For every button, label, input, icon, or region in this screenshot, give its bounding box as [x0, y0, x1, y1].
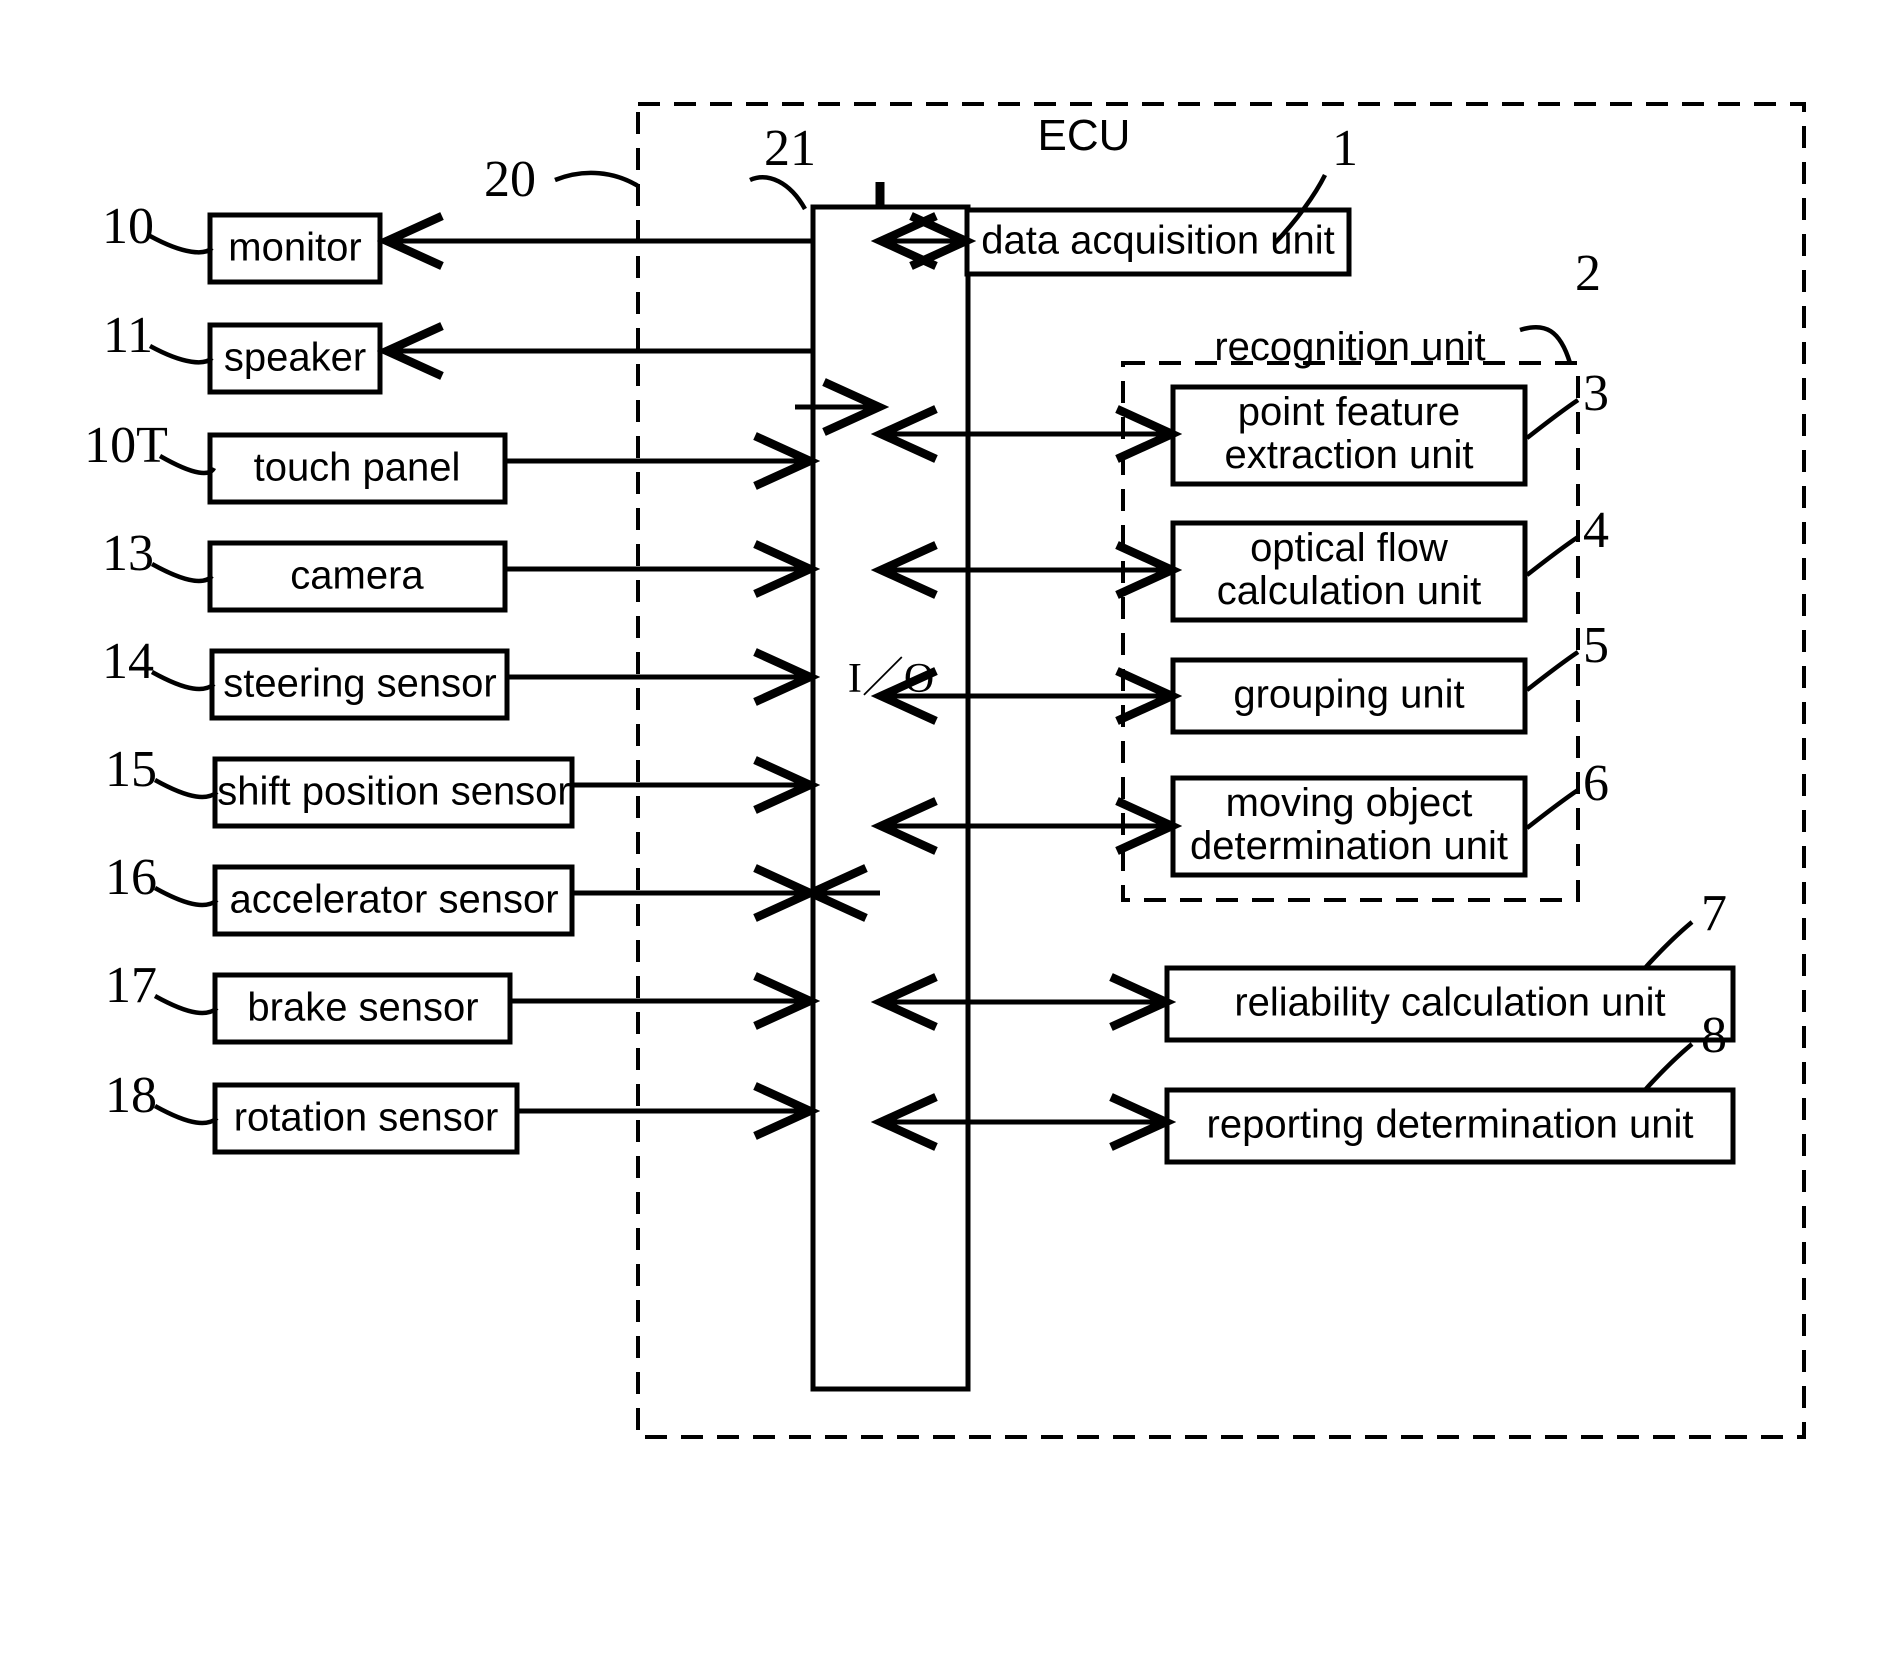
ref-number-3: 3 — [1583, 365, 1609, 422]
device-label-camera: camera — [290, 554, 424, 598]
patent-figure: ECU 20 recognition unit 2 I／O 21 monitor… — [0, 0, 1891, 1659]
leader-18 — [153, 1104, 219, 1126]
ref-number-20: 20 — [484, 151, 536, 208]
unit-label-optical-flow-line1: optical flow — [1250, 526, 1448, 570]
device-label-accelerator-sensor: accelerator sensor — [229, 878, 558, 922]
leader-4 — [1525, 535, 1580, 577]
leader-7 — [1643, 920, 1694, 970]
leader-11 — [148, 344, 214, 365]
device-label-rotation-sensor: rotation sensor — [234, 1096, 499, 1140]
ecu-title: ECU — [1038, 111, 1131, 160]
ref-number-6: 6 — [1583, 755, 1609, 812]
ref-number-10T: 10T — [84, 417, 168, 474]
ref-number-13: 13 — [102, 525, 154, 582]
device-label-shift-position-sensor: shift position sensor — [217, 770, 571, 814]
recognition-unit-label: recognition unit — [1214, 325, 1485, 369]
leader-13 — [150, 562, 214, 584]
leader-8 — [1643, 1042, 1694, 1092]
ref-number-2: 2 — [1575, 245, 1601, 302]
unit-label-reporting-determination: reporting determination unit — [1207, 1103, 1694, 1147]
leader-16 — [153, 886, 219, 908]
leader-15 — [153, 778, 219, 800]
leader-6 — [1525, 788, 1580, 830]
leader-21 — [749, 175, 807, 211]
leader-17 — [153, 994, 219, 1016]
device-label-brake-sensor: brake sensor — [247, 986, 478, 1030]
leader-20 — [554, 170, 640, 188]
ref-number-16: 16 — [105, 849, 157, 906]
unit-label-data-acquisition: data acquisition unit — [981, 219, 1335, 263]
leader-10T — [158, 454, 217, 476]
unit-label-reliability-calculation: reliability calculation unit — [1234, 981, 1665, 1025]
ref-number-4: 4 — [1583, 502, 1609, 559]
unit-label-optical-flow-line2: calculation unit — [1217, 569, 1482, 613]
leader-14 — [150, 670, 216, 692]
unit-label-moving-object-line2: determination unit — [1190, 824, 1508, 868]
unit-label-grouping: grouping unit — [1233, 673, 1464, 717]
ref-number-8: 8 — [1701, 1007, 1727, 1064]
leader-2 — [1519, 324, 1573, 364]
ref-number-18: 18 — [105, 1067, 157, 1124]
device-label-speaker: speaker — [224, 336, 366, 380]
ref-number-11: 11 — [103, 307, 153, 364]
unit-label-point-feature-extraction-line2: extraction unit — [1224, 433, 1473, 477]
ref-number-1: 1 — [1332, 120, 1358, 177]
device-label-touch-panel: touch panel — [254, 446, 461, 490]
unit-label-point-feature-extraction-line1: point feature — [1238, 390, 1460, 434]
ref-number-14: 14 — [102, 633, 154, 690]
device-label-monitor: monitor — [228, 226, 361, 270]
ref-number-15: 15 — [105, 741, 157, 798]
leader-5 — [1525, 650, 1580, 692]
ref-number-5: 5 — [1583, 617, 1609, 674]
leader-3 — [1525, 398, 1580, 440]
ref-number-10: 10 — [102, 198, 154, 255]
ref-number-21: 21 — [764, 120, 816, 177]
ref-number-17: 17 — [105, 957, 157, 1014]
ref-number-7: 7 — [1701, 885, 1727, 942]
io-interface-block — [810, 204, 971, 1392]
unit-label-moving-object-line1: moving object — [1226, 781, 1473, 825]
leader-10 — [148, 234, 214, 255]
block-diagram-svg: ECU 20 recognition unit 2 I／O 21 monitor… — [84, 102, 1806, 1439]
device-label-steering-sensor: steering sensor — [223, 662, 496, 706]
